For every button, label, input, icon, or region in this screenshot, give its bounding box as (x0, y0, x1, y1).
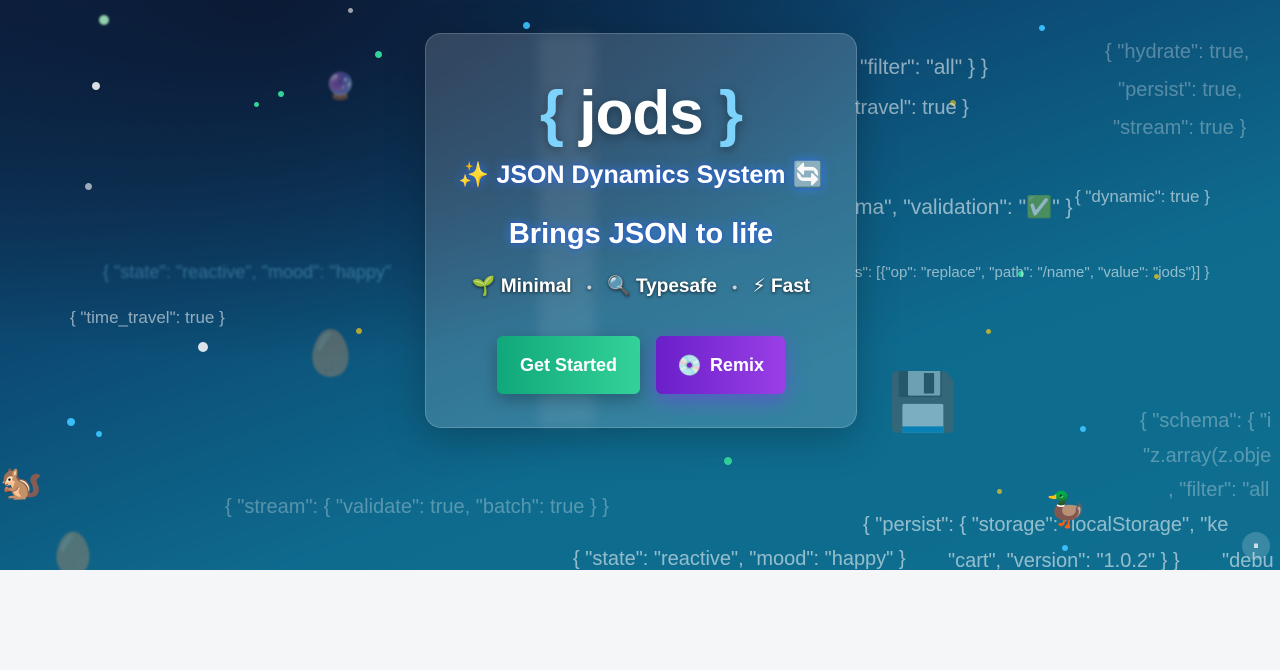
feature-typesafe: 🔍 Typesafe (607, 276, 717, 297)
particle (1080, 426, 1086, 432)
feature-minimal: 🌱 Minimal (472, 276, 572, 297)
feature-separator: • (586, 278, 592, 295)
particle (96, 431, 102, 437)
particle (92, 82, 100, 90)
seedling-icon: 🌱 (471, 276, 496, 297)
particle (99, 15, 109, 25)
egg-icon: 🥚 (303, 329, 358, 378)
particle (997, 489, 1002, 494)
bg-json-snippet: "filter": "all" } } (860, 56, 988, 79)
particle (986, 329, 991, 334)
logo-brace-open: { (539, 79, 564, 148)
particle (1039, 25, 1045, 31)
logo-text: jods (579, 79, 703, 148)
bg-json-snippet: { "state": "reactive", "mood": "happy" } (573, 548, 906, 570)
logo: { jods } (426, 78, 856, 149)
chipmunk-icon: 🐿️ (0, 464, 43, 502)
bg-json-snippet: travel": true } (855, 97, 969, 119)
egg-icon: 🥚 (48, 532, 98, 570)
lightning-icon: ⚡ (752, 276, 766, 297)
tagline: Brings JSON to life (508, 218, 774, 250)
pause-animation-button[interactable]: ⏸ (1242, 532, 1270, 560)
get-started-label: Get Started (519, 354, 618, 375)
bg-json-snippet: "z.array(z.obje (1143, 445, 1272, 467)
particle (724, 457, 732, 465)
bg-json-snippet: ma", "validation": "✅" } (855, 196, 1073, 219)
remix-label: Remix (709, 354, 764, 375)
particle (254, 102, 259, 107)
bg-json-snippet: { "schema": { "i (1140, 410, 1272, 432)
bg-json-snippet: "cart", "version": "1.0.2" } } (948, 550, 1180, 570)
particle (85, 183, 92, 190)
particle (67, 418, 75, 426)
bg-json-snippet: s": [{"op": "replace", "path": "/name", … (855, 264, 1210, 281)
feature-list: 🌱 Minimal • 🔍 Typesafe • ⚡ Fast (426, 274, 856, 298)
logo-brace-close: } (718, 79, 743, 148)
feature-fast: ⚡ Fast (752, 276, 810, 297)
particle (523, 22, 530, 29)
particle (198, 342, 208, 352)
bg-json-snippet: { "stream": { "validate": true, "batch":… (225, 496, 609, 518)
bg-json-snippet: { "state": "reactive", "mood": "happy" (103, 262, 392, 282)
bg-json-snippet: "stream": true } (1113, 117, 1247, 139)
particle (375, 51, 382, 58)
page-footer-area (0, 570, 1280, 670)
hero-section: "filter": "all" } } travel": true } { "h… (0, 0, 1280, 570)
particle (278, 91, 284, 97)
particle (348, 8, 353, 13)
subtitle: ✨ JSON Dynamics System 🔄 (458, 161, 824, 189)
duck-icon: 🦆 (1045, 491, 1088, 529)
feature-label: Minimal (500, 276, 572, 297)
bg-json-snippet: , "filter": "all (1168, 479, 1270, 501)
bg-json-snippet: { "hydrate": true, (1105, 41, 1250, 63)
hero-card: { jods } ✨ JSON Dynamics System 🔄 Brings… (425, 33, 857, 428)
bg-json-snippet: "persist": true, (1118, 79, 1243, 101)
floppy-disk-icon: 💾 (888, 370, 958, 433)
feature-separator: • (732, 278, 738, 295)
get-started-button[interactable]: Get Started (497, 336, 640, 394)
feature-label: Fast (771, 276, 811, 297)
disc-icon: 💿 (677, 354, 702, 377)
bg-json-snippet: { "time_travel": true } (70, 308, 225, 327)
crystal-ball-icon: 🔮 (324, 71, 357, 101)
feature-label: Typesafe (635, 276, 717, 297)
magnifier-icon: 🔍 (607, 276, 631, 297)
remix-button[interactable]: 💿 Remix (656, 336, 785, 394)
bg-json-snippet: { "dynamic": true } (1075, 187, 1210, 206)
